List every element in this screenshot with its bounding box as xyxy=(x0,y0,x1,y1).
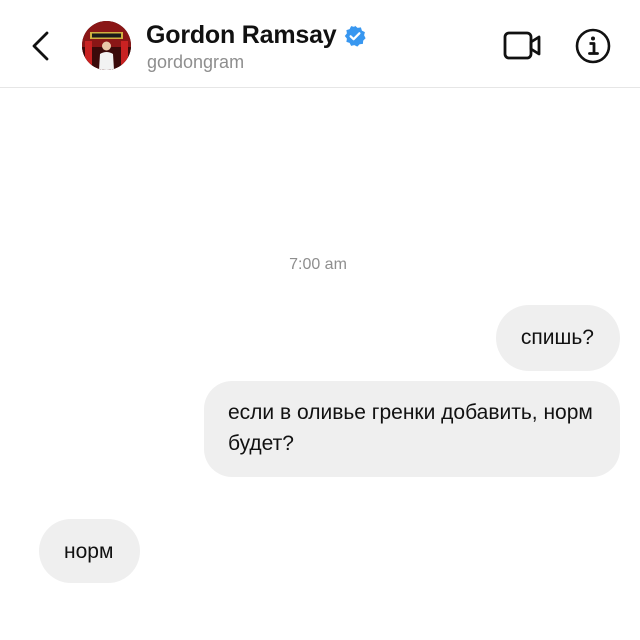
thread-header: Gordon Ramsay gordongram xyxy=(0,0,640,88)
avatar[interactable] xyxy=(82,21,131,70)
verified-badge-icon xyxy=(344,25,366,47)
back-button[interactable] xyxy=(24,26,60,66)
dm-thread-screen: Gordon Ramsay gordongram 7:00 am спишь? … xyxy=(0,0,640,640)
contact-username: gordongram xyxy=(147,52,245,72)
video-call-icon xyxy=(503,31,541,60)
outgoing-message-bubble[interactable]: спишь? xyxy=(495,305,620,371)
message-timestamp: 7:00 am xyxy=(289,256,347,273)
info-icon xyxy=(575,28,611,64)
avatar-image xyxy=(82,21,131,70)
outgoing-message-bubble[interactable]: если в оливье гренки добавить, норм буде… xyxy=(204,381,620,477)
contact-title[interactable]: Gordon Ramsay xyxy=(146,20,366,50)
chevron-left-icon xyxy=(32,31,49,61)
contact-name: Gordon Ramsay xyxy=(146,20,337,49)
info-button[interactable] xyxy=(574,27,612,65)
incoming-message-bubble[interactable]: норм xyxy=(39,519,141,583)
video-call-button[interactable] xyxy=(502,28,544,64)
